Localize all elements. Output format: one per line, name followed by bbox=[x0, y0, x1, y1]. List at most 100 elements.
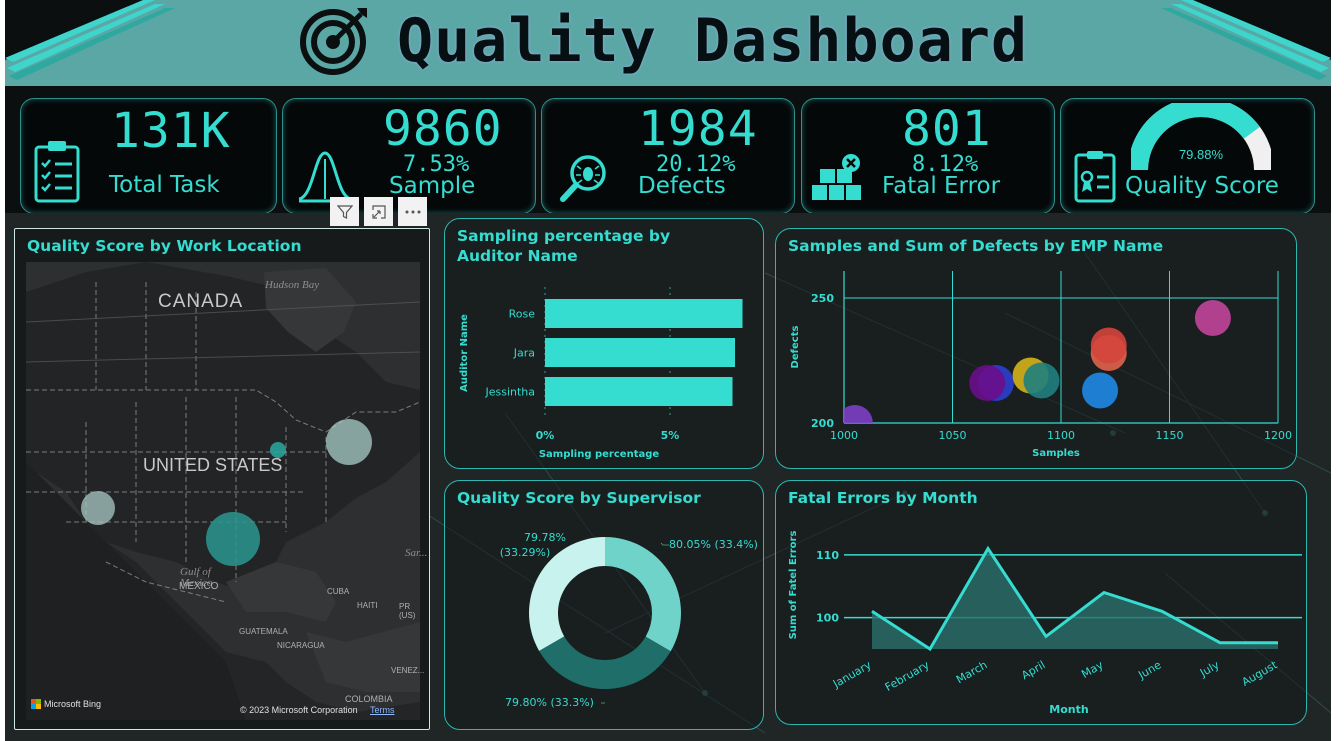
scatter-point bbox=[1194, 300, 1231, 336]
y-axis-label: Sum of Fatel Errors bbox=[788, 531, 799, 640]
dashboard-canvas: Quality Dashboard 131K Total Task 9860 7… bbox=[5, 0, 1331, 741]
donut-label: (33.29%) bbox=[500, 546, 551, 559]
sampling-chart-panel[interactable]: Sampling percentage by Auditor Name Audit… bbox=[444, 218, 764, 469]
tick-label: 5% bbox=[661, 429, 680, 442]
scatter-chart-panel[interactable]: Samples and Sum of Defects by EMP Name D… bbox=[775, 228, 1297, 469]
kpi-value: 801 bbox=[902, 101, 992, 157]
tick-label: 1000 bbox=[830, 429, 858, 442]
scatter-point bbox=[969, 365, 1006, 401]
donut-label: 79.80% (33.3%) bbox=[505, 696, 594, 709]
month-label: April bbox=[1019, 658, 1047, 682]
area-fill bbox=[872, 548, 1278, 649]
focus-mode-icon bbox=[371, 204, 386, 219]
map-label-sar: Sar... bbox=[405, 547, 428, 559]
scatter-point bbox=[1090, 327, 1127, 364]
month-label: May bbox=[1079, 658, 1106, 681]
bar bbox=[545, 299, 743, 328]
map-label-mexico: MEXICO bbox=[179, 581, 219, 592]
kpi-label: Sample bbox=[389, 173, 476, 199]
map-label-hudson: Hudson Bay bbox=[265, 279, 320, 291]
tick-label: 0% bbox=[536, 429, 555, 442]
fatal-errors-chart-panel[interactable]: Fatal Errors by Month Sum of Fatel Error… bbox=[775, 480, 1307, 725]
map-label-colombia: COLOMBIA bbox=[345, 694, 393, 704]
bing-label: Microsoft Bing bbox=[44, 699, 102, 709]
map-label-canada: CANADA bbox=[158, 291, 244, 312]
kpi-quality-score: 79.88% Quality Score bbox=[1060, 98, 1315, 214]
month-label: August bbox=[1240, 658, 1280, 689]
map-label-venezuela: VENEZ... bbox=[391, 666, 425, 675]
map-label-us: UNITED STATES bbox=[143, 455, 283, 475]
microsoft-logo-icon bbox=[31, 699, 41, 709]
points-group bbox=[844, 300, 1231, 423]
bar bbox=[545, 338, 735, 367]
fatal-errors-area-chart[interactable]: Sum of Fatel Errors Month 100110January F… bbox=[776, 481, 1308, 726]
kpi-total-task: 131K Total Task bbox=[20, 98, 277, 214]
more-options-icon bbox=[405, 210, 420, 213]
donut-chart-panel[interactable]: Quality Score by Supervisor 80.05% (33.4… bbox=[444, 480, 764, 730]
map-title: Quality Score by Work Location bbox=[27, 237, 302, 255]
map-visual[interactable]: Quality Score by Work Location CANADA Hu… bbox=[14, 228, 430, 730]
kpi-label: Defects bbox=[638, 173, 726, 199]
map-copyright: © 2023 Microsoft Corporation bbox=[240, 705, 358, 715]
kpi-value: 131K bbox=[111, 103, 231, 159]
tick-label: 100 bbox=[816, 612, 839, 625]
tick-label: 1150 bbox=[1156, 429, 1184, 442]
category-label: Jara bbox=[513, 347, 535, 360]
scatter-chart[interactable]: Defects Samples 1000 1050 1100 1150 1200 200 2… bbox=[776, 229, 1298, 470]
scatter-point bbox=[1082, 372, 1119, 409]
y-axis-label: Defects bbox=[790, 326, 801, 369]
kpi-fatal-error: 801 8.12% Fatal Error bbox=[801, 98, 1055, 214]
map-canvas[interactable] bbox=[26, 262, 420, 720]
quality-score-gauge: 79.88% bbox=[1131, 103, 1271, 171]
map-label-cuba: CUBA bbox=[327, 587, 350, 596]
map-label-guatemala: GUATEMALA bbox=[239, 627, 288, 636]
filter-icon bbox=[336, 204, 353, 219]
certificate-clipboard-icon bbox=[1074, 151, 1116, 203]
tick-label: 1050 bbox=[939, 429, 967, 442]
map-bubble[interactable] bbox=[326, 419, 372, 465]
donut-chart[interactable]: 80.05% (33.4%) 79.80% (33.3%) 79.78% (33… bbox=[445, 481, 765, 731]
more-options-button[interactable] bbox=[398, 197, 427, 226]
tick-label: 110 bbox=[816, 549, 839, 562]
month-label: March bbox=[954, 658, 990, 686]
x-axis-label: Samples bbox=[1032, 448, 1080, 459]
tick-label: 1200 bbox=[1264, 429, 1292, 442]
tick-label: 1100 bbox=[1047, 429, 1075, 442]
x-axis-label: Month bbox=[1049, 703, 1088, 716]
kpi-label: Fatal Error bbox=[882, 173, 1001, 199]
map-bubble[interactable] bbox=[206, 512, 260, 566]
kpi-value: 9860 bbox=[383, 101, 503, 157]
kpi-label: Quality Score bbox=[1125, 173, 1279, 199]
map-bubble[interactable] bbox=[270, 442, 286, 458]
tick-label: 250 bbox=[811, 292, 834, 305]
donut-slice bbox=[605, 537, 681, 652]
map-label-haiti: HAITI bbox=[357, 601, 378, 610]
bar bbox=[545, 377, 733, 406]
sampling-bar-chart[interactable]: Auditor Name Sampling percentage 0% 5% Ros… bbox=[445, 219, 765, 470]
x-axis-label: Sampling percentage bbox=[539, 449, 660, 460]
boxes-error-icon bbox=[812, 154, 861, 200]
month-label: February bbox=[883, 658, 932, 694]
month-label: June bbox=[1135, 658, 1163, 682]
map-label-nicaragua: NICARAGUA bbox=[277, 641, 325, 650]
kpi-value: 1984 bbox=[638, 101, 758, 157]
map-bubble[interactable] bbox=[81, 491, 115, 525]
y-axis-label: Auditor Name bbox=[459, 314, 470, 392]
donut-label: 80.05% (33.4%) bbox=[669, 538, 758, 551]
bell-curve-icon bbox=[298, 151, 352, 203]
category-label: Rose bbox=[509, 308, 536, 321]
tick-label: 200 bbox=[811, 417, 834, 430]
gauge-value: 79.88% bbox=[1179, 147, 1224, 162]
filter-button[interactable] bbox=[330, 197, 359, 226]
scatter-point bbox=[1023, 362, 1060, 399]
month-label: January bbox=[830, 658, 874, 691]
map-terms-link[interactable]: Terms bbox=[370, 705, 395, 715]
focus-mode-button[interactable] bbox=[364, 197, 393, 226]
category-label: Jessintha bbox=[484, 386, 535, 399]
clipboard-checklist-icon bbox=[34, 141, 80, 203]
kpi-label: Total Task bbox=[109, 172, 220, 198]
donut-label: 79.78% bbox=[524, 531, 566, 544]
bug-magnifier-icon bbox=[560, 155, 606, 202]
kpi-defects: 1984 20.12% Defects bbox=[541, 98, 795, 214]
month-label: July bbox=[1197, 658, 1222, 680]
